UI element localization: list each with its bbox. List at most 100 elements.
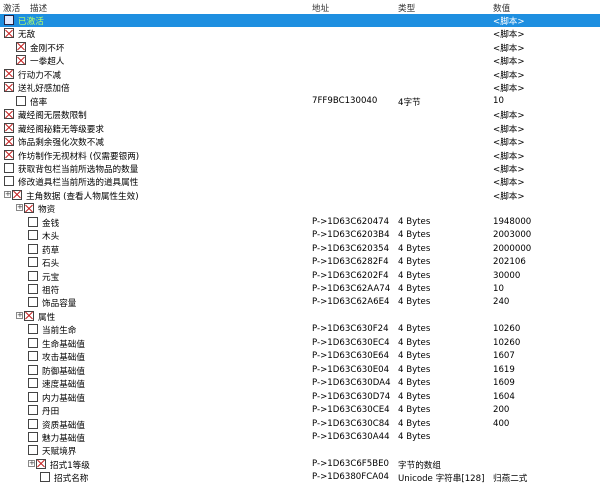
row-value[interactable]: <脚本> — [493, 109, 525, 121]
row-description[interactable]: 金刚不坏 — [30, 42, 64, 54]
row-description[interactable]: 已激活 — [18, 15, 44, 27]
row-value[interactable]: <脚本> — [493, 150, 525, 162]
table-row[interactable]: 药草 P->1D63C620354 4 Bytes 2000000 — [0, 243, 600, 256]
active-checkbox[interactable] — [24, 310, 34, 321]
row-description[interactable]: 生命基础值 — [42, 338, 85, 350]
active-checkbox[interactable] — [28, 405, 38, 416]
active-checkbox[interactable] — [28, 230, 38, 241]
row-description[interactable]: 饰品容量 — [42, 297, 76, 309]
table-row[interactable]: 已激活 <脚本> — [0, 14, 600, 27]
active-checkbox[interactable] — [4, 176, 14, 187]
row-value[interactable]: 10 — [493, 96, 504, 106]
header-description[interactable]: 描述 — [30, 2, 47, 14]
row-value[interactable]: 10 — [493, 284, 504, 294]
table-row[interactable]: 石头 P->1D63C6282F4 4 Bytes 202106 — [0, 256, 600, 269]
active-checkbox[interactable] — [4, 82, 14, 93]
table-row[interactable]: + 物资 — [0, 202, 600, 215]
active-checkbox[interactable] — [4, 68, 14, 79]
row-description[interactable]: 行动力不减 — [18, 69, 61, 81]
row-value[interactable]: <脚本> — [493, 69, 525, 81]
row-description[interactable]: 魅力基础值 — [42, 432, 85, 444]
row-description[interactable]: 防御基础值 — [42, 365, 85, 377]
active-checkbox[interactable] — [28, 445, 38, 456]
active-checkbox[interactable] — [4, 149, 14, 160]
row-description[interactable]: 当前生命 — [42, 324, 76, 336]
row-address[interactable]: P->1D63C630CE4 — [312, 405, 390, 415]
table-row[interactable]: 金钱 P->1D63C620474 4 Bytes 1948000 — [0, 216, 600, 229]
row-description[interactable]: 作坊制作无视材料 (仅需要银两) — [18, 150, 139, 162]
table-row[interactable]: 修改道具栏当前所选的道具属性 <脚本> — [0, 175, 600, 188]
row-address[interactable]: P->1D63C62A6E4 — [312, 297, 390, 307]
row-value[interactable]: 240 — [493, 297, 509, 307]
row-value[interactable]: <脚本> — [493, 82, 525, 94]
active-checkbox[interactable] — [4, 162, 14, 173]
row-value[interactable]: 30000 — [493, 271, 520, 281]
active-checkbox[interactable] — [28, 324, 38, 335]
table-row[interactable]: 一拳超人 <脚本> — [0, 54, 600, 67]
table-row[interactable]: 送礼好感加倍 <脚本> — [0, 81, 600, 94]
active-checkbox[interactable] — [16, 95, 26, 106]
row-value[interactable]: <脚本> — [493, 123, 525, 135]
row-value[interactable]: 2000000 — [493, 244, 531, 254]
row-address[interactable]: P->1D63C630A44 — [312, 432, 390, 442]
expand-toggle-icon[interactable]: + — [28, 459, 35, 467]
row-description[interactable]: 无敌 — [18, 28, 35, 40]
active-checkbox[interactable] — [28, 431, 38, 442]
row-value[interactable]: 1619 — [493, 365, 515, 375]
table-row[interactable]: 天赋境界 — [0, 444, 600, 457]
row-value[interactable]: 400 — [493, 419, 509, 429]
row-address[interactable]: P->1D63C630EC4 — [312, 338, 390, 348]
row-value[interactable]: 2003000 — [493, 230, 531, 240]
active-checkbox[interactable] — [16, 55, 26, 66]
row-type[interactable]: 4 Bytes — [398, 392, 430, 402]
header-address[interactable]: 地址 — [312, 2, 329, 14]
row-address[interactable]: P->1D63C6203B4 — [312, 230, 390, 240]
row-value[interactable]: 1948000 — [493, 217, 531, 227]
table-row[interactable]: + 属性 — [0, 310, 600, 323]
row-type[interactable]: 4字节 — [398, 96, 421, 108]
row-description[interactable]: 主角数据 (查看人物属性生效) — [26, 190, 139, 202]
row-value[interactable]: <脚本> — [493, 163, 525, 175]
active-checkbox[interactable] — [4, 28, 14, 39]
row-type[interactable]: 4 Bytes — [398, 284, 430, 294]
row-value[interactable]: <脚本> — [493, 42, 525, 54]
row-address[interactable]: P->1D63C630DA4 — [312, 378, 391, 388]
table-row[interactable]: 无敌 <脚本> — [0, 27, 600, 40]
row-address[interactable]: P->1D63C6202F4 — [312, 271, 389, 281]
table-row[interactable]: 祖符 P->1D63C62AA74 4 Bytes 10 — [0, 283, 600, 296]
row-description[interactable]: 招式名称 — [54, 472, 88, 484]
header-active[interactable]: 激活 — [3, 2, 20, 14]
active-checkbox[interactable] — [4, 15, 14, 25]
table-row[interactable]: 作坊制作无视材料 (仅需要银两) <脚本> — [0, 149, 600, 162]
expand-toggle-icon[interactable]: + — [16, 204, 23, 212]
row-value[interactable]: 202106 — [493, 257, 526, 267]
active-checkbox[interactable] — [4, 136, 14, 147]
table-row[interactable]: 饰品容量 P->1D63C62A6E4 4 Bytes 240 — [0, 296, 600, 309]
table-row[interactable]: 饰品剩余强化次数不减 <脚本> — [0, 135, 600, 148]
row-address[interactable]: P->1D63C630C84 — [312, 419, 390, 429]
row-address[interactable]: P->1D63C6282F4 — [312, 257, 389, 267]
table-row[interactable]: 魅力基础值 P->1D63C630A44 4 Bytes — [0, 431, 600, 444]
active-checkbox[interactable] — [40, 472, 50, 483]
table-row[interactable]: 藏经阁秘籍无等级要求 <脚本> — [0, 122, 600, 135]
table-row[interactable]: 当前生命 P->1D63C630F24 4 Bytes 10260 — [0, 323, 600, 336]
row-type[interactable]: 4 Bytes — [398, 432, 430, 442]
row-address[interactable]: P->1D6380FCA04 — [312, 472, 389, 482]
row-description[interactable]: 内力基础值 — [42, 392, 85, 404]
table-row[interactable]: 获取背包栏当前所选物品的数量 <脚本> — [0, 162, 600, 175]
row-description[interactable]: 木头 — [42, 230, 59, 242]
row-description[interactable]: 送礼好感加倍 — [18, 82, 70, 94]
row-value[interactable]: <脚本> — [493, 136, 525, 148]
table-row[interactable]: 倍率 7FF9BC130040 4字节 10 — [0, 95, 600, 108]
active-checkbox[interactable] — [16, 41, 26, 52]
row-address[interactable]: P->1D63C630D74 — [312, 392, 390, 402]
header-value[interactable]: 数值 — [493, 2, 510, 14]
row-description[interactable]: 获取背包栏当前所选物品的数量 — [18, 163, 138, 175]
active-checkbox[interactable] — [28, 391, 38, 402]
active-checkbox[interactable] — [28, 351, 38, 362]
row-type[interactable]: 4 Bytes — [398, 324, 430, 334]
row-description[interactable]: 石头 — [42, 257, 59, 269]
row-type[interactable]: 4 Bytes — [398, 230, 430, 240]
row-description[interactable]: 饰品剩余强化次数不减 — [18, 136, 104, 148]
row-type[interactable]: 4 Bytes — [398, 244, 430, 254]
